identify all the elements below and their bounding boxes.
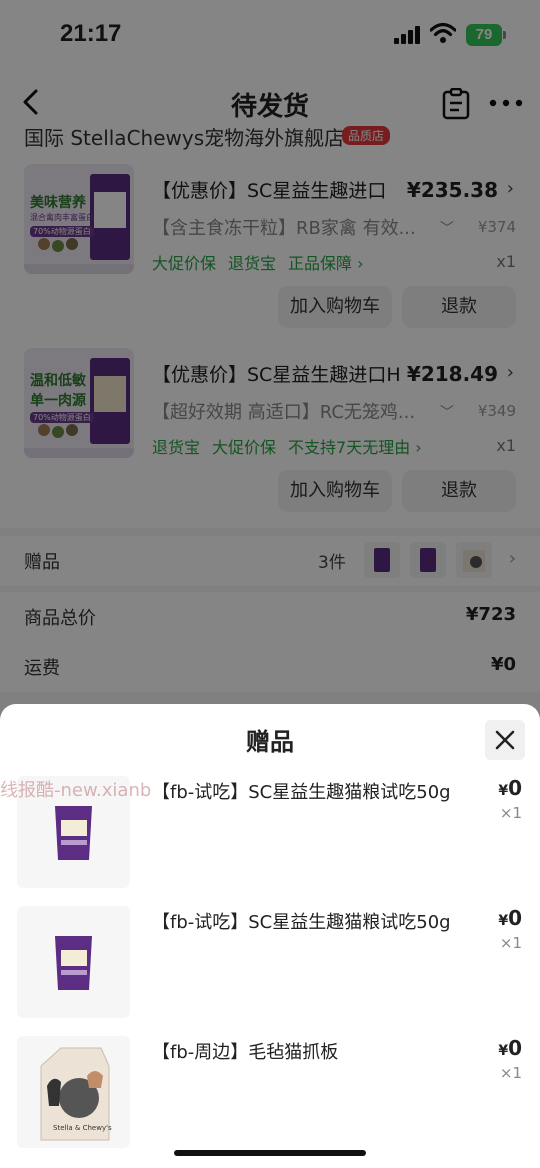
gift-price-value: 0 [508, 776, 522, 800]
sheet-title: 赠品 [246, 728, 294, 756]
gift-qty: ×1 [499, 1064, 522, 1082]
gift-bottom-sheet: 赠品 【fb-试吃】SC星益生趣猫粮试吃50g ¥0 ×1 线报酷-new.xi… [0, 704, 540, 1168]
gift-price-value: 0 [508, 1036, 522, 1060]
gift-name: 【fb-试吃】SC星益生趣猫粮试吃50g [152, 782, 451, 803]
gift-list-item[interactable]: Stella & Chewy's 【fb-周边】毛毡猫抓板 ¥0 ×1 [0, 1036, 540, 1156]
close-icon[interactable] [485, 720, 525, 760]
watermark-text: 线报酷-new.xianb [0, 780, 152, 801]
gift-price: ¥0 [498, 906, 522, 930]
home-indicator[interactable] [174, 1150, 366, 1156]
gift-price: ¥0 [498, 776, 522, 800]
gift-qty: ×1 [499, 934, 522, 952]
box-brand-text: Stella & Chewy's [53, 1124, 112, 1132]
currency-symbol: ¥ [498, 913, 509, 929]
currency-symbol: ¥ [498, 783, 509, 799]
gift-image-scratch-box: Stella & Chewy's [17, 1036, 130, 1148]
gift-price: ¥0 [498, 1036, 522, 1060]
gift-qty: ×1 [499, 804, 522, 822]
gift-name: 【fb-试吃】SC星益生趣猫粮试吃50g [152, 912, 451, 933]
gift-list-item[interactable]: 【fb-试吃】SC星益生趣猫粮试吃50g ¥0 ×1 [0, 906, 540, 1026]
gift-image-bag [17, 906, 130, 1018]
gift-name: 【fb-周边】毛毡猫抓板 [152, 1042, 339, 1063]
gift-price-value: 0 [508, 906, 522, 930]
currency-symbol: ¥ [498, 1043, 509, 1059]
